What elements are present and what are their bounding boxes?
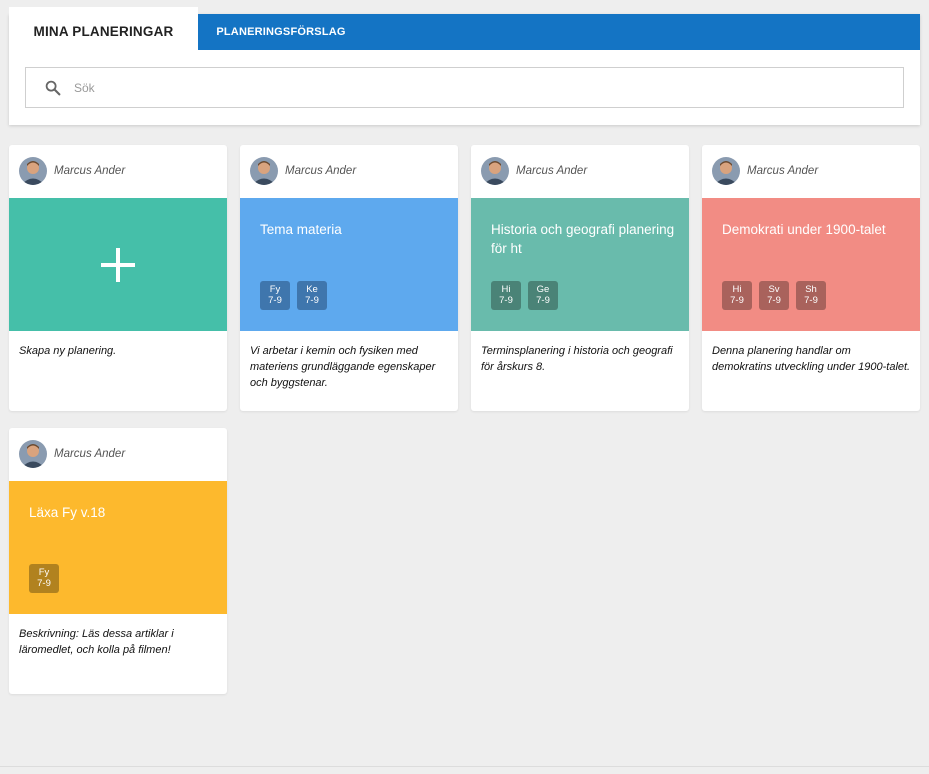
- subject-tag: Hi 7-9: [722, 281, 752, 310]
- tab-mina-planeringar[interactable]: MINA PLANERINGAR: [9, 7, 198, 51]
- bottom-divider: [0, 766, 929, 767]
- subject-tag: Sh 7-9: [796, 281, 826, 310]
- card-create-new[interactable]: Marcus Ander Skapa ny planering.: [9, 145, 227, 411]
- card-historia-geografi[interactable]: Marcus Ander Historia och geografi plane…: [471, 145, 689, 411]
- card-header: Marcus Ander: [9, 145, 227, 198]
- card-header: Marcus Ander: [240, 145, 458, 198]
- subject-tags: Hi 7-9 Sv 7-9 Sh 7-9: [722, 281, 833, 310]
- tab-planeringsforslag[interactable]: PLANERINGSFÖRSLAG: [198, 14, 364, 50]
- card-banner[interactable]: Läxa Fy v.18 Fy 7-9: [9, 481, 227, 614]
- subject-tag: Sv 7-9: [759, 281, 789, 310]
- card-description: Vi arbetar i kemin och fysiken med mater…: [250, 345, 436, 389]
- card-description: Denna planering handlar om demokratins u…: [712, 345, 911, 373]
- subject-tag: Fy 7-9: [29, 564, 59, 593]
- card-description: Beskrivning: Läs dessa artiklar i lärome…: [19, 628, 174, 656]
- card-banner[interactable]: Demokrati under 1900-talet Hi 7-9 Sv 7-9 S…: [702, 198, 920, 331]
- avatar: [481, 157, 509, 185]
- subject-tag: Ke 7-9: [297, 281, 327, 310]
- card-title: Läxa Fy v.18: [29, 505, 106, 520]
- card-header: Marcus Ander: [471, 145, 689, 198]
- subject-tag: Ge 7-9: [528, 281, 558, 310]
- search-input[interactable]: [74, 68, 894, 107]
- author-name: Marcus Ander: [285, 165, 357, 177]
- card-header: Marcus Ander: [9, 428, 227, 481]
- subject-tags: Fy 7-9 Ke 7-9: [260, 281, 334, 310]
- avatar: [250, 157, 278, 185]
- avatar: [712, 157, 740, 185]
- card-header: Marcus Ander: [702, 145, 920, 198]
- card-banner[interactable]: Historia och geografi planering för ht H…: [471, 198, 689, 331]
- author-name: Marcus Ander: [54, 448, 126, 460]
- avatar: [19, 157, 47, 185]
- tab-bar: MINA PLANERINGAR PLANERINGSFÖRSLAG: [9, 7, 920, 51]
- search-box[interactable]: [25, 67, 904, 108]
- author-name: Marcus Ander: [54, 165, 126, 177]
- subject-tag: Fy 7-9: [260, 281, 290, 310]
- author-name: Marcus Ander: [516, 165, 588, 177]
- subject-tags: Fy 7-9: [29, 564, 66, 593]
- card-title: Tema materia: [260, 222, 342, 237]
- author-name: Marcus Ander: [747, 165, 819, 177]
- card-description: Skapa ny planering.: [19, 345, 117, 357]
- avatar: [19, 440, 47, 468]
- card-title: Historia och geografi planering för ht: [491, 222, 675, 256]
- card-banner[interactable]: [9, 198, 227, 331]
- subject-tag: Hi 7-9: [491, 281, 521, 310]
- plus-icon[interactable]: [9, 198, 227, 331]
- subject-tags: Hi 7-9 Ge 7-9: [491, 281, 565, 310]
- search-icon: [45, 80, 61, 96]
- planning-header-panel: MINA PLANERINGAR PLANERINGSFÖRSLAG: [9, 7, 920, 125]
- card-title: Demokrati under 1900-talet: [722, 222, 886, 237]
- card-laxa-fy[interactable]: Marcus Ander Läxa Fy v.18 Fy 7-9 Beskrivn…: [9, 428, 227, 694]
- card-banner[interactable]: Tema materia Fy 7-9 Ke 7-9: [240, 198, 458, 331]
- card-description: Terminsplanering i historia och geografi…: [481, 345, 673, 373]
- card-demokrati[interactable]: Marcus Ander Demokrati under 1900-talet …: [702, 145, 920, 411]
- card-tema-materia[interactable]: Marcus Ander Tema materia Fy 7-9 Ke 7-9 Vi…: [240, 145, 458, 411]
